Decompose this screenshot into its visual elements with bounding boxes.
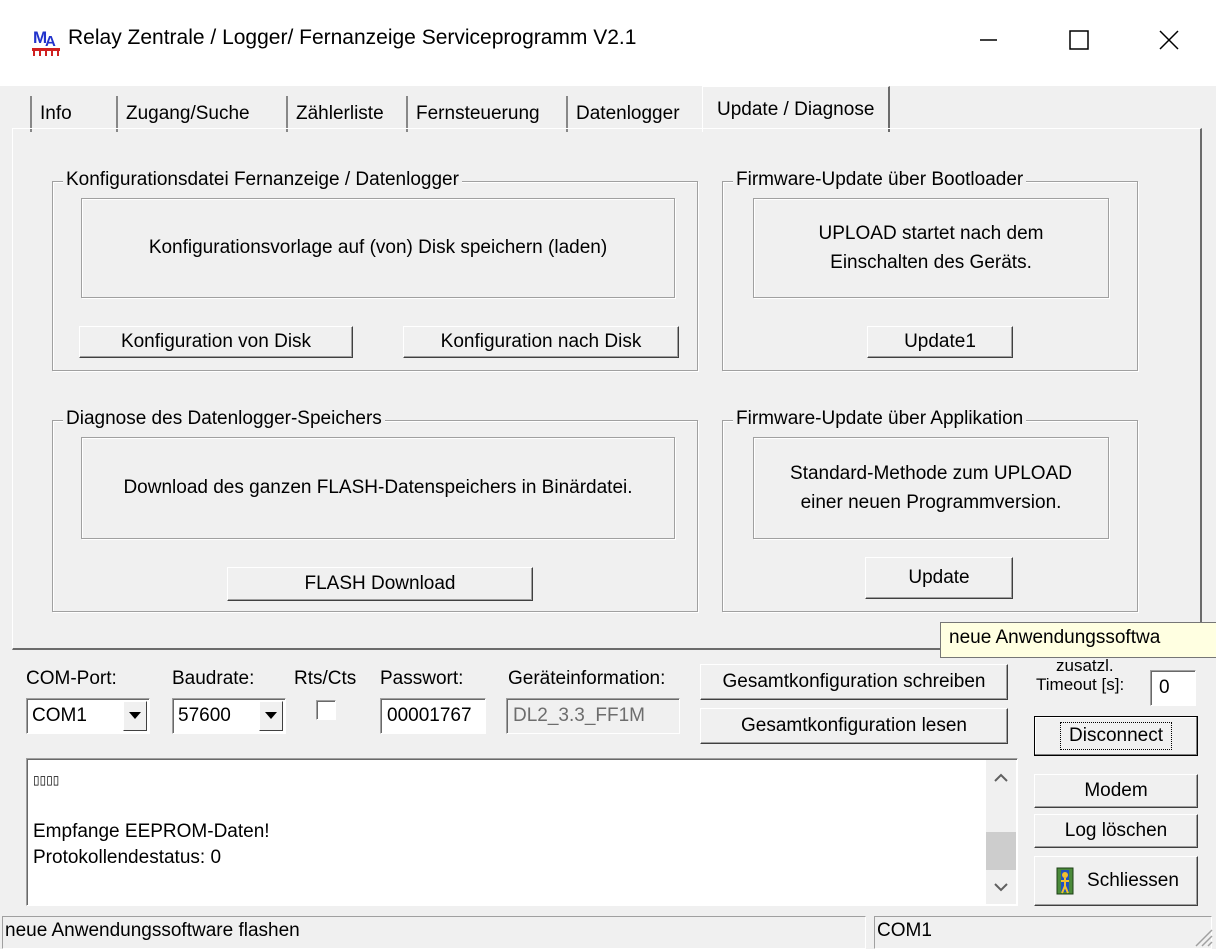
device-info-value: DL2_3.3_FF1M — [513, 705, 646, 726]
rtscts-checkbox[interactable] — [316, 700, 336, 720]
chevron-down-icon — [994, 882, 1008, 891]
close-button[interactable] — [1124, 0, 1214, 80]
device-info-field: DL2_3.3_FF1M — [506, 698, 680, 734]
config-info-box: Konfigurationsvorlage auf (von) Disk spe… — [81, 198, 675, 298]
clear-log-button[interactable]: Log löschen — [1034, 814, 1198, 848]
tab-fernsteuerung[interactable]: Fernsteuerung — [406, 96, 548, 132]
exit-door-icon — [1056, 867, 1074, 895]
maximize-icon — [1069, 30, 1089, 50]
group-diagnose: Diagnose des Datenlogger-Speichers Downl… — [52, 408, 698, 612]
minimize-icon — [980, 39, 997, 41]
application-info-line2: einer neuen Programmversion. — [800, 492, 1062, 513]
app-icon: M A — [32, 26, 60, 56]
timeout-value: 0 — [1159, 677, 1170, 698]
timeout-label: zusatzl. Timeout [s]: — [1036, 656, 1124, 694]
baudrate-label: Baudrate: — [172, 668, 255, 689]
diagnose-info-text: Download des ganzen FLASH-Datenspeichers… — [123, 477, 633, 499]
read-config-button[interactable]: Gesamtkonfiguration lesen — [700, 708, 1008, 744]
tab-zaehlerliste[interactable]: Zählerliste — [286, 96, 392, 132]
log-line: ▯▯▯▯ — [33, 773, 60, 787]
group-title: Diagnose des Datenlogger-Speichers — [63, 408, 385, 430]
com-port-label: COM-Port: — [26, 668, 117, 689]
timeout-label-line2: Timeout [s]: — [1036, 675, 1125, 694]
diagnose-info-box: Download des ganzen FLASH-Datenspeichers… — [81, 437, 675, 539]
status-message: neue Anwendungssoftware flashen — [2, 916, 866, 949]
log-content: ▯▯▯▯ Empfange EEPROM-Daten! Protokollend… — [33, 767, 270, 871]
disconnect-button[interactable]: Disconnect — [1034, 716, 1198, 756]
group-title: Firmware-Update über Applikation — [733, 408, 1027, 430]
password-label: Passwort: — [380, 668, 464, 689]
config-info-text: Konfigurationsvorlage auf (von) Disk spe… — [148, 237, 608, 259]
tab-datenlogger[interactable]: Datenlogger — [566, 96, 688, 132]
com-port-dropdown-button[interactable] — [123, 701, 147, 731]
log-line: Empfange EEPROM-Daten! — [33, 821, 270, 842]
timeout-field[interactable]: 0 — [1150, 670, 1196, 706]
title-bar[interactable]: M A Relay Zentrale / Logger/ Fernanzeige… — [0, 0, 1216, 86]
timeout-label-line1: zusatzl. — [1056, 656, 1114, 675]
password-value: 00001767 — [387, 705, 472, 726]
close-app-button[interactable]: Schliessen — [1034, 856, 1198, 906]
password-field[interactable]: 00001767 — [380, 698, 486, 734]
baudrate-value: 57600 — [178, 705, 231, 726]
log-line: Protokollendestatus: 0 — [33, 847, 222, 868]
tab-zugang-suche[interactable]: Zugang/Suche — [116, 96, 258, 132]
close-icon — [1159, 30, 1179, 50]
disconnect-button-label: Disconnect — [1060, 722, 1172, 750]
baudrate-dropdown-button[interactable] — [259, 701, 283, 731]
status-port: COM1 — [874, 916, 1212, 949]
write-config-button[interactable]: Gesamtkonfiguration schreiben — [700, 664, 1008, 700]
minimize-button[interactable] — [944, 0, 1034, 80]
group-title: Konfigurationsdatei Fernanzeige / Datenl… — [63, 169, 462, 191]
tab-update-diagnose[interactable]: Update / Diagnose — [702, 86, 891, 132]
window-title: Relay Zentrale / Logger/ Fernanzeige Ser… — [68, 26, 637, 49]
scroll-thumb[interactable] — [986, 832, 1016, 870]
device-info-label: Geräteinformation: — [508, 668, 666, 689]
close-app-label: Schliessen — [1087, 870, 1179, 891]
tooltip: neue Anwendungssoftwa — [940, 622, 1216, 658]
com-port-select[interactable]: COM1 — [26, 698, 150, 734]
update-button[interactable]: Update — [865, 557, 1013, 599]
resize-grip-icon[interactable] — [1192, 926, 1214, 948]
scroll-up-button[interactable] — [986, 760, 1016, 794]
bootloader-info-line1: UPLOAD startet nach dem — [818, 222, 1044, 244]
svg-text:A: A — [45, 33, 56, 50]
group-config-file: Konfigurationsdatei Fernanzeige / Datenl… — [52, 169, 698, 371]
flash-download-button[interactable]: FLASH Download — [227, 567, 533, 601]
scroll-down-button[interactable] — [986, 870, 1016, 904]
group-bootloader: Firmware-Update über Bootloader UPLOAD s… — [722, 169, 1138, 371]
maximize-button[interactable] — [1034, 0, 1124, 80]
group-application: Firmware-Update über Applikation Standar… — [722, 408, 1138, 612]
com-port-value: COM1 — [32, 705, 87, 726]
update1-button[interactable]: Update1 — [867, 326, 1013, 358]
chevron-down-icon — [265, 712, 277, 719]
bootloader-info-box: UPLOAD startet nach dem Einschalten des … — [753, 198, 1109, 298]
tab-info[interactable]: Info — [30, 96, 80, 132]
application-info-line1: Standard-Methode zum UPLOAD — [790, 462, 1072, 484]
config-to-disk-button[interactable]: Konfiguration nach Disk — [403, 326, 679, 358]
group-title: Firmware-Update über Bootloader — [733, 169, 1027, 191]
chevron-up-icon — [994, 773, 1008, 782]
application-info-box: Standard-Methode zum UPLOAD einer neuen … — [753, 437, 1109, 539]
baudrate-select[interactable]: 57600 — [172, 698, 286, 734]
modem-button[interactable]: Modem — [1034, 774, 1198, 808]
rtscts-label: Rts/Cts — [294, 668, 357, 689]
config-from-disk-button[interactable]: Konfiguration von Disk — [79, 326, 353, 358]
chevron-down-icon — [129, 712, 141, 719]
log-textarea[interactable]: ▯▯▯▯ Empfange EEPROM-Daten! Protokollend… — [26, 758, 1018, 906]
bootloader-info-line2: Einschalten des Geräts. — [830, 252, 1032, 273]
